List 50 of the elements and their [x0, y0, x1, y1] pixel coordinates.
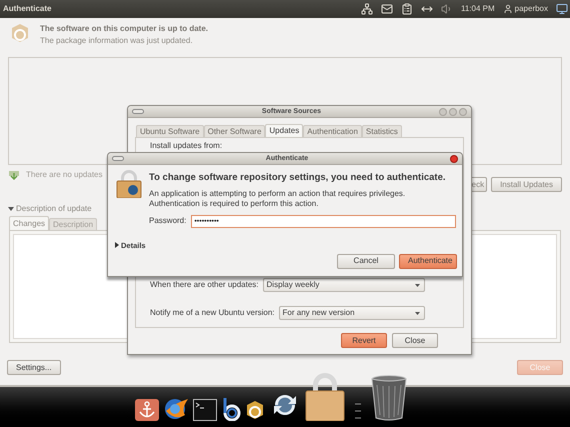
dropdown[interactable]: For any new version [278, 306, 425, 320]
row-label: When there are other updates: [150, 279, 259, 291]
button[interactable]: Cancel [337, 254, 395, 269]
tab[interactable]: Authentication [303, 125, 362, 137]
button[interactable]: Authenticate [399, 254, 457, 269]
dropdown[interactable]: Display weekly [262, 278, 425, 292]
button[interactable]: Settings... [7, 360, 61, 375]
tab[interactable]: Updates [265, 124, 304, 137]
trash-icon[interactable] [371, 375, 407, 421]
dialog-message: Authentication is required to perform this action. [149, 198, 320, 208]
mail-icon[interactable] [380, 3, 393, 15]
password-label: Password: [149, 215, 186, 227]
status-heading: The software on this computer is up to date. [40, 25, 208, 33]
anchor-icon[interactable] [135, 399, 159, 421]
padlock-icon[interactable] [305, 373, 345, 421]
button[interactable]: Revert [341, 333, 387, 348]
clock[interactable]: 11:04 PM [460, 3, 495, 15]
description-toggle[interactable]: Description of update [16, 202, 92, 214]
volume-icon[interactable] [440, 3, 453, 15]
user-icon[interactable] [502, 4, 513, 14]
terminal-icon[interactable] [193, 399, 217, 421]
download-icon [8, 170, 20, 180]
package-icon [10, 22, 30, 44]
package-icon[interactable] [245, 399, 265, 421]
active-window-title: Authenticate [3, 3, 52, 15]
clipboard-icon[interactable] [400, 3, 413, 15]
close-icon[interactable] [450, 154, 458, 162]
dialog-heading: To change software repository settings, you need to authenticate. [149, 173, 446, 182]
expander-closed-icon[interactable] [114, 242, 120, 248]
dropdown-arrow-icon [415, 312, 420, 314]
row-label: Notify me of a new Ubuntu version: [150, 307, 275, 319]
tab[interactable]: Ubuntu Software [136, 125, 204, 137]
window-menu-icon[interactable] [112, 156, 124, 161]
tab[interactable]: Other Software [204, 125, 266, 137]
monitor-icon[interactable] [556, 3, 568, 15]
expander-open-icon[interactable] [8, 206, 14, 212]
separator-icon [355, 403, 361, 419]
tab[interactable]: Statistics [362, 125, 402, 137]
dialog-message: An application is attempting to perform an action that requires privileges. [149, 188, 406, 198]
dropdown-arrow-icon [415, 284, 420, 286]
status-subheading: The package information was just updated. [40, 37, 194, 45]
button[interactable]: Close [392, 333, 438, 348]
install-updates-label: Install updates from: [149, 142, 224, 150]
window-menu-icon[interactable] [132, 109, 144, 114]
user-name[interactable]: paperbox [514, 3, 548, 15]
network-icon[interactable] [360, 3, 373, 15]
letter-b-icon[interactable] [221, 397, 241, 421]
padlock-icon [116, 170, 142, 198]
tab[interactable]: Changes [9, 216, 50, 230]
status-text: There are no updates [26, 169, 102, 181]
